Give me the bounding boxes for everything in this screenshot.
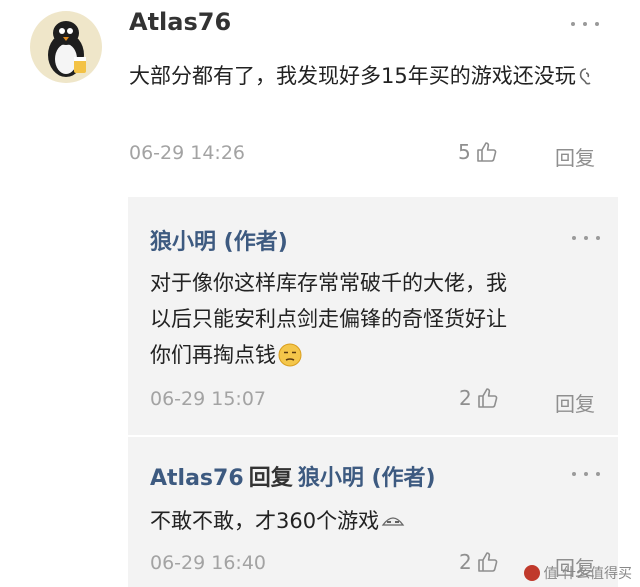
unamused-emoji-icon — [278, 342, 302, 367]
like-count: 2 — [459, 386, 472, 410]
reply-word: 回复 — [248, 466, 293, 491]
watermark: 值 什么值得买 — [523, 563, 632, 583]
comment-text-content: 大部分都有了，我发现好多15年买的游戏还没玩 — [129, 64, 576, 88]
reply-timestamp: 06-29 16:40 — [150, 552, 267, 574]
sweat-emoji-icon — [381, 502, 405, 526]
more-options-icon[interactable] — [571, 20, 599, 28]
reply-text-content: 不敢不敢，才360个游戏 — [150, 509, 380, 533]
like-button[interactable]: 2 — [459, 550, 500, 574]
reply-text-line-3: 你们再掏点钱 — [150, 337, 610, 373]
comment-username[interactable]: Atlas76 — [129, 8, 231, 36]
like-button[interactable]: 5 — [458, 140, 499, 164]
ear-emoji-icon — [576, 61, 596, 85]
reply-text: 不敢不敢，才360个游戏 — [150, 502, 590, 539]
thumbs-up-icon — [477, 388, 498, 408]
reply-timestamp: 06-29 15:07 — [150, 388, 267, 410]
more-options-icon[interactable] — [572, 470, 600, 478]
more-options-icon[interactable] — [572, 234, 600, 242]
like-button[interactable]: 2 — [459, 386, 500, 410]
reply-button[interactable]: 回复 — [555, 142, 595, 171]
reply-text: 对于像你这样库存常常破千的大佬，我 以后只能安利点剑走偏锋的奇怪货好让 你们再掏… — [150, 265, 610, 373]
penguin-avatar-icon — [48, 21, 86, 77]
watermark-text: 值 什么值得买 — [543, 566, 632, 582]
thumbs-up-icon — [476, 142, 497, 162]
reply-header: Atlas76 回复 狼小明 (作者) — [150, 460, 436, 492]
reply-button[interactable]: 回复 — [555, 388, 595, 417]
avatar[interactable] — [30, 11, 102, 83]
reply-text-line-2: 以后只能安利点剑走偏锋的奇怪货好让 — [150, 307, 507, 331]
like-count: 5 — [458, 140, 471, 164]
reply-author[interactable]: Atlas76 — [150, 466, 244, 491]
reply-text-line-3-content: 你们再掏点钱 — [150, 343, 276, 367]
reply-author[interactable]: 狼小明 (作者) — [150, 224, 288, 256]
reply-target[interactable]: 狼小明 (作者) — [298, 466, 436, 491]
reply-divider — [128, 435, 618, 437]
comment-text: 大部分都有了，我发现好多15年买的游戏还没玩 — [129, 58, 609, 94]
thumbs-up-icon — [477, 552, 498, 572]
reply-text-line-1: 对于像你这样库存常常破千的大佬，我 — [150, 271, 507, 295]
smzdm-logo-icon — [523, 565, 540, 581]
like-count: 2 — [459, 550, 472, 574]
comment-timestamp: 06-29 14:26 — [129, 142, 246, 164]
